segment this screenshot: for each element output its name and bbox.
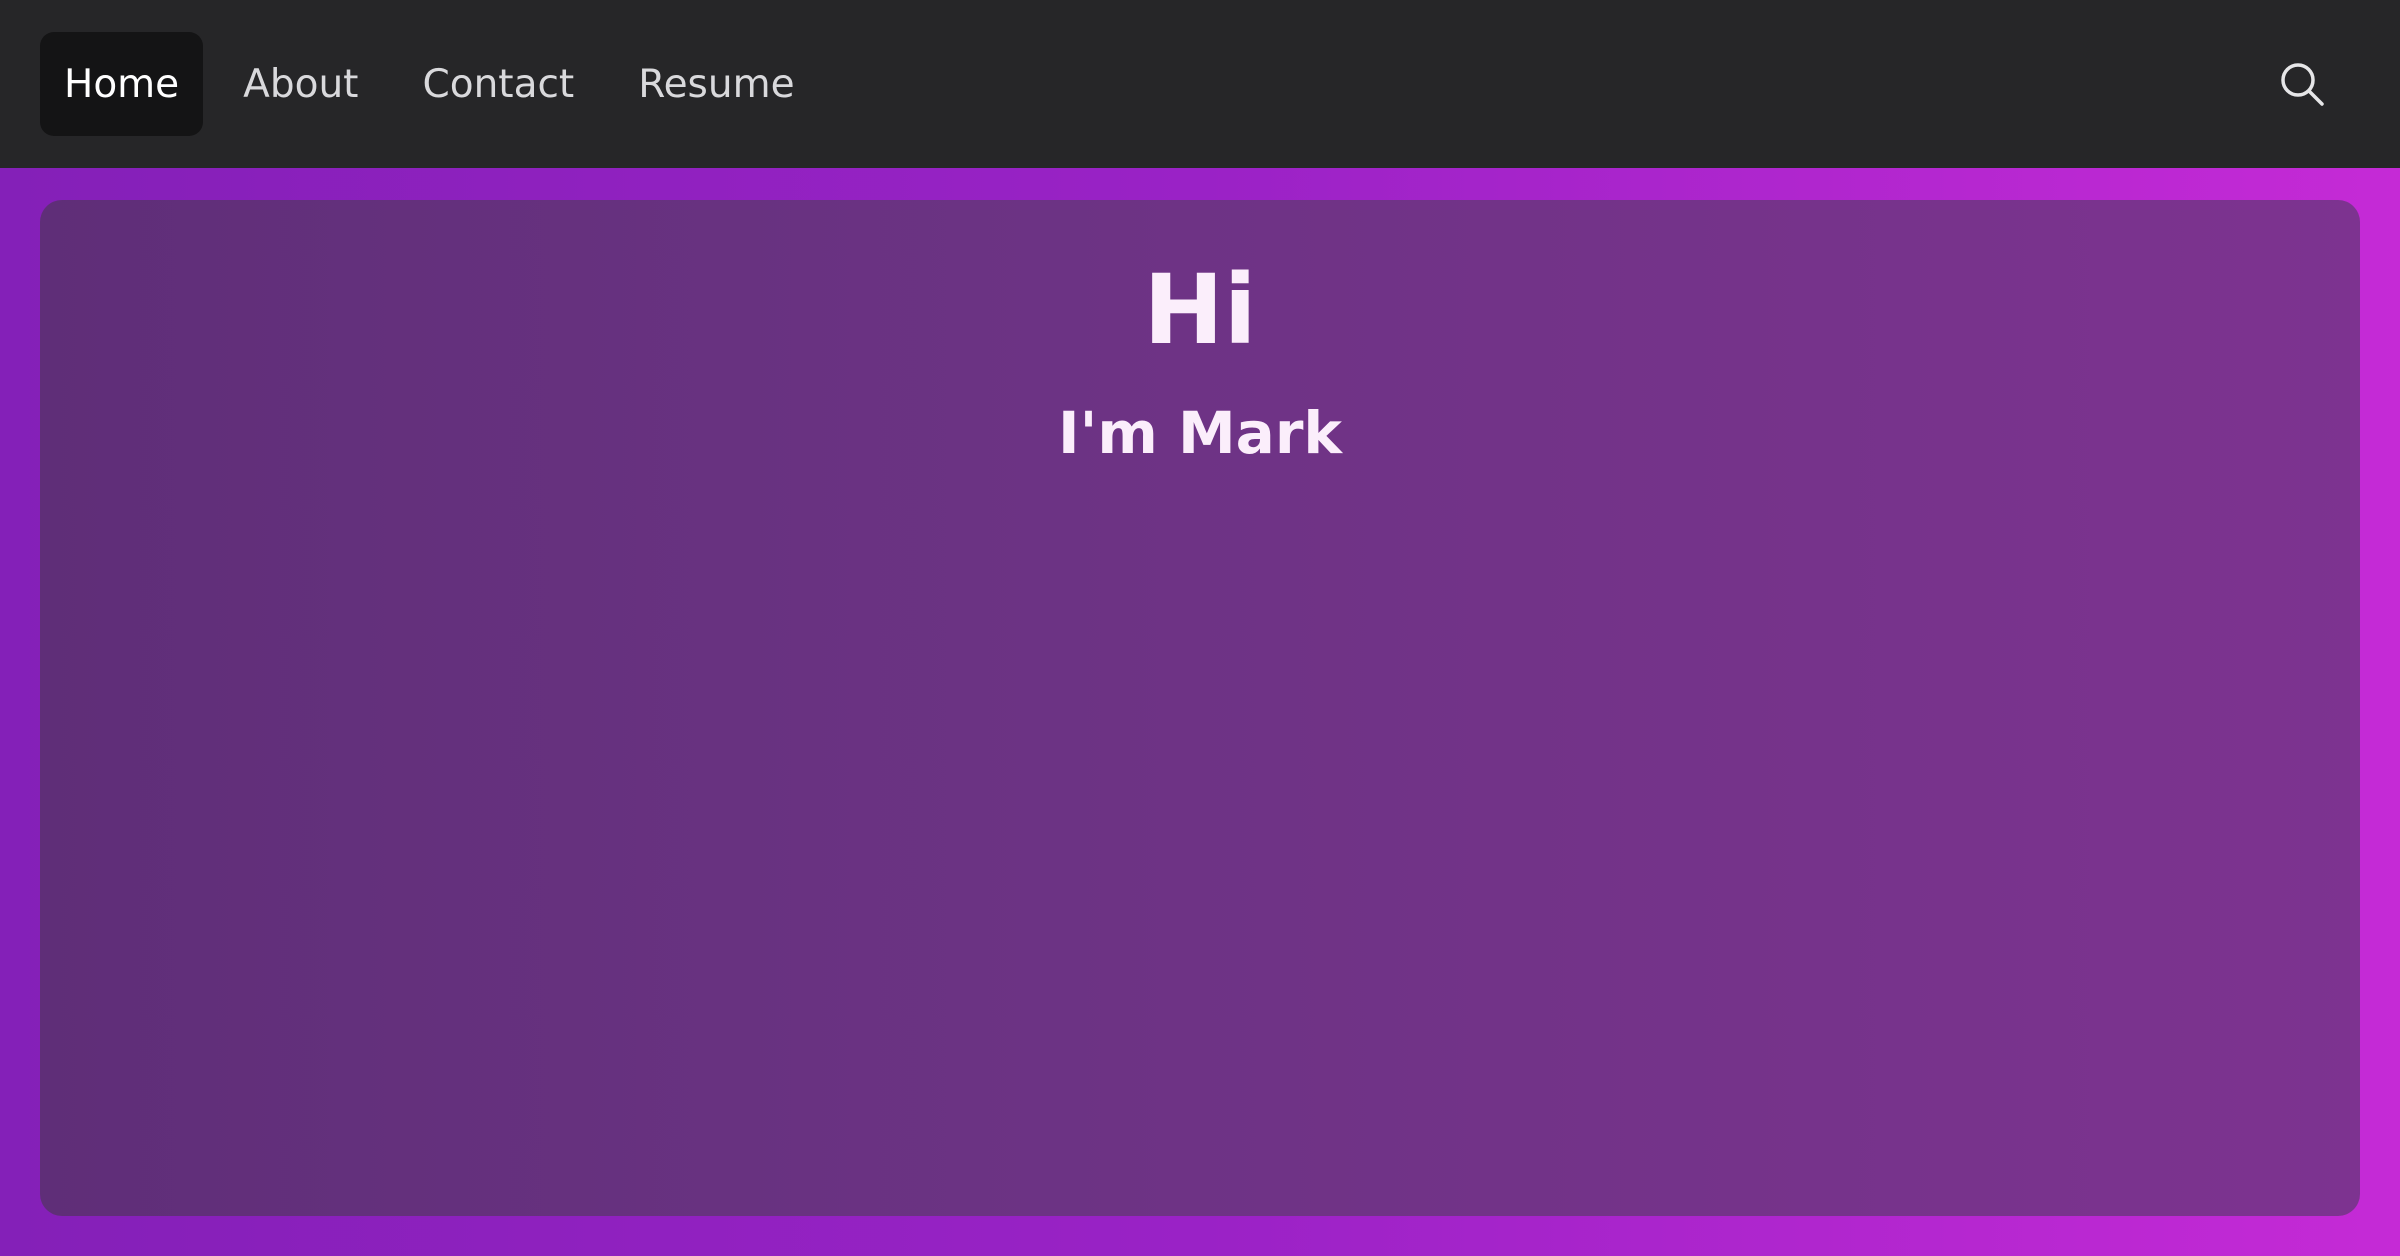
search-icon: [2281, 63, 2324, 106]
hero-title: Hi: [1143, 254, 1257, 366]
search-button[interactable]: [2270, 52, 2334, 116]
nav-item-resume[interactable]: Resume: [614, 32, 818, 136]
page: Home About Contact Resume Hi I'm Mark: [0, 0, 2400, 1256]
nav-item-contact[interactable]: Contact: [398, 32, 598, 136]
nav-item-about[interactable]: About: [219, 32, 382, 136]
hero-card: Hi I'm Mark: [40, 200, 2360, 1216]
hero-subtitle: I'm Mark: [1058, 399, 1342, 467]
navbar: Home About Contact Resume: [0, 0, 2400, 168]
nav-item-home[interactable]: Home: [40, 32, 204, 136]
nav-list: Home About Contact Resume: [40, 32, 835, 136]
